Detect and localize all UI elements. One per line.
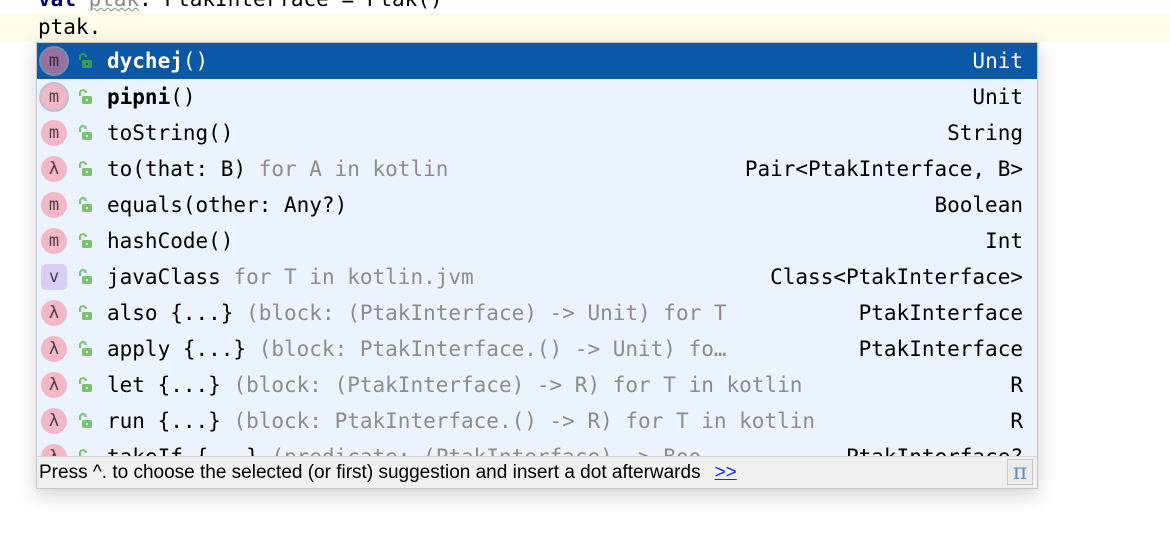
unlock-icon <box>77 374 97 396</box>
item-params: () <box>208 121 234 145</box>
item-tail: for A in kotlin <box>246 157 449 181</box>
item-params: {...} <box>144 409 221 433</box>
unlock-icon <box>77 86 97 108</box>
item-params: () <box>182 49 209 73</box>
lambda-kind-icon: λ <box>41 156 67 182</box>
item-return-type: Boolean <box>934 193 1023 217</box>
completion-item[interactable]: m hashCode() Int <box>37 223 1037 259</box>
completion-popup: m dychej() Unit m pipni() Unit m toString() Stri… <box>36 42 1038 489</box>
item-name: javaClass <box>107 265 221 289</box>
item-name: toString <box>107 121 209 145</box>
item-tail: for T in kotlin.jvm <box>220 265 474 289</box>
item-params: () <box>170 85 196 109</box>
item-name: equals <box>107 193 183 217</box>
item-tail: (block: PtakInterface.() -> Unit) fo… <box>246 337 727 361</box>
completion-item[interactable]: m pipni() Unit <box>37 79 1037 115</box>
item-return-type: R <box>1010 373 1023 397</box>
completion-item[interactable]: λ apply {...} (block: PtakInterface.() ->… <box>37 331 1037 367</box>
completion-item[interactable]: λ takeIf {...} (predicate: (PtakInterface… <box>37 439 1037 457</box>
item-params: (other: Any?) <box>182 193 348 217</box>
unlock-icon <box>77 230 97 252</box>
item-signature: run {...} (block: PtakInterface.() -> R)… <box>97 409 990 433</box>
completion-item[interactable]: m toString() String <box>37 115 1037 151</box>
declaration-rest: : PtakInterface = Ptak() <box>139 0 442 11</box>
item-signature: let {...} (block: (PtakInterface) -> R) … <box>97 373 990 397</box>
unlock-icon <box>77 338 97 360</box>
item-return-type: Int <box>985 229 1023 253</box>
item-name: to <box>107 157 133 181</box>
item-return-type: Unit <box>952 49 1037 73</box>
completion-item[interactable]: λ let {...} (block: (PtakInterface) -> R)… <box>37 367 1037 403</box>
item-name: pipni <box>107 85 171 109</box>
item-return-type: PtakInterface <box>858 337 1023 361</box>
item-tail: (block: (PtakInterface) -> R) for T in k… <box>220 373 803 397</box>
unlock-icon <box>77 410 97 432</box>
completion-item[interactable]: λ also {...} (block: (PtakInterface) -> U… <box>37 295 1037 331</box>
lambda-kind-icon: λ <box>41 408 67 434</box>
keyword-val: val <box>38 0 76 11</box>
completion-item[interactable]: λ run {...} (block: PtakInterface.() -> R… <box>37 403 1037 439</box>
completion-list[interactable]: m dychej() Unit m pipni() Unit m toString() Stri… <box>37 43 1037 457</box>
item-signature: hashCode() <box>97 229 965 253</box>
item-signature: apply {...} (block: PtakInterface.() -> … <box>97 337 839 361</box>
item-name: also <box>107 301 158 325</box>
item-return-type: PtakInterface <box>858 301 1023 325</box>
unlock-icon <box>77 266 97 288</box>
item-name: apply <box>107 337 171 361</box>
completion-item[interactable]: m dychej() Unit <box>37 43 1037 79</box>
item-signature: equals (other: Any?) <box>97 193 914 217</box>
method-kind-icon: m <box>41 48 67 74</box>
item-name: let <box>107 373 145 397</box>
item-return-type: Unit <box>972 85 1023 109</box>
item-params: (that: B) <box>132 157 247 181</box>
var-kind-icon: v <box>41 264 67 290</box>
unlock-icon <box>77 50 97 72</box>
item-tail: (block: PtakInterface.() -> R) for T in … <box>220 409 816 433</box>
method-kind-icon: m <box>41 120 67 146</box>
more-link[interactable]: >> <box>715 462 737 484</box>
item-name: run <box>107 409 145 433</box>
item-signature: to (that: B) for A in kotlin <box>97 157 725 181</box>
completion-item[interactable]: λ to (that: B) for A in kotlin Pair<PtakInt… <box>37 151 1037 187</box>
unlock-icon <box>77 158 97 180</box>
completion-item[interactable]: m equals (other: Any?) Boolean <box>37 187 1037 223</box>
editor-line-declaration[interactable]: val ptak: PtakInterface = Ptak() <box>0 0 1170 13</box>
item-name: dychej <box>107 49 183 73</box>
item-signature: pipni() <box>97 85 952 109</box>
item-signature: also {...} (block: (PtakInterface) -> Un… <box>97 301 839 325</box>
unlock-icon <box>77 194 97 216</box>
editor-current-line[interactable]: ptak. <box>0 13 1170 42</box>
unlock-icon <box>77 302 97 324</box>
item-params: {...} <box>157 301 234 325</box>
completion-footer: Press ^. to choose the selected (or firs… <box>37 456 1037 488</box>
item-params: {...} <box>144 373 221 397</box>
item-return-type: String <box>947 121 1023 145</box>
item-signature: javaClass for T in kotlin.jvm <box>97 265 750 289</box>
item-signature: dychej() <box>97 49 952 73</box>
unlock-icon <box>77 122 97 144</box>
method-kind-icon: m <box>41 84 67 110</box>
lambda-kind-icon: λ <box>41 336 67 362</box>
item-return-type: Pair<PtakInterface, B> <box>744 157 1023 181</box>
item-params: {...} <box>170 337 247 361</box>
item-tail: (block: (PtakInterface) -> Unit) for T <box>233 301 727 325</box>
current-line-text: ptak. <box>38 15 102 39</box>
footer-hint: Press ^. to choose the selected (or firs… <box>39 461 701 483</box>
completion-item[interactable]: v javaClass for T in kotlin.jvm Class<Ptak… <box>37 259 1037 295</box>
lambda-kind-icon: λ <box>41 372 67 398</box>
item-return-type: R <box>1010 409 1023 433</box>
item-signature: toString() <box>97 121 927 145</box>
pi-button[interactable]: π <box>1007 459 1033 485</box>
item-return-type: Class<PtakInterface> <box>770 265 1023 289</box>
variable-ptak: ptak <box>89 0 140 11</box>
lambda-kind-icon: λ <box>41 300 67 326</box>
method-kind-icon: m <box>41 228 67 254</box>
method-kind-icon: m <box>41 192 67 218</box>
item-params: () <box>208 229 234 253</box>
item-name: hashCode <box>107 229 209 253</box>
